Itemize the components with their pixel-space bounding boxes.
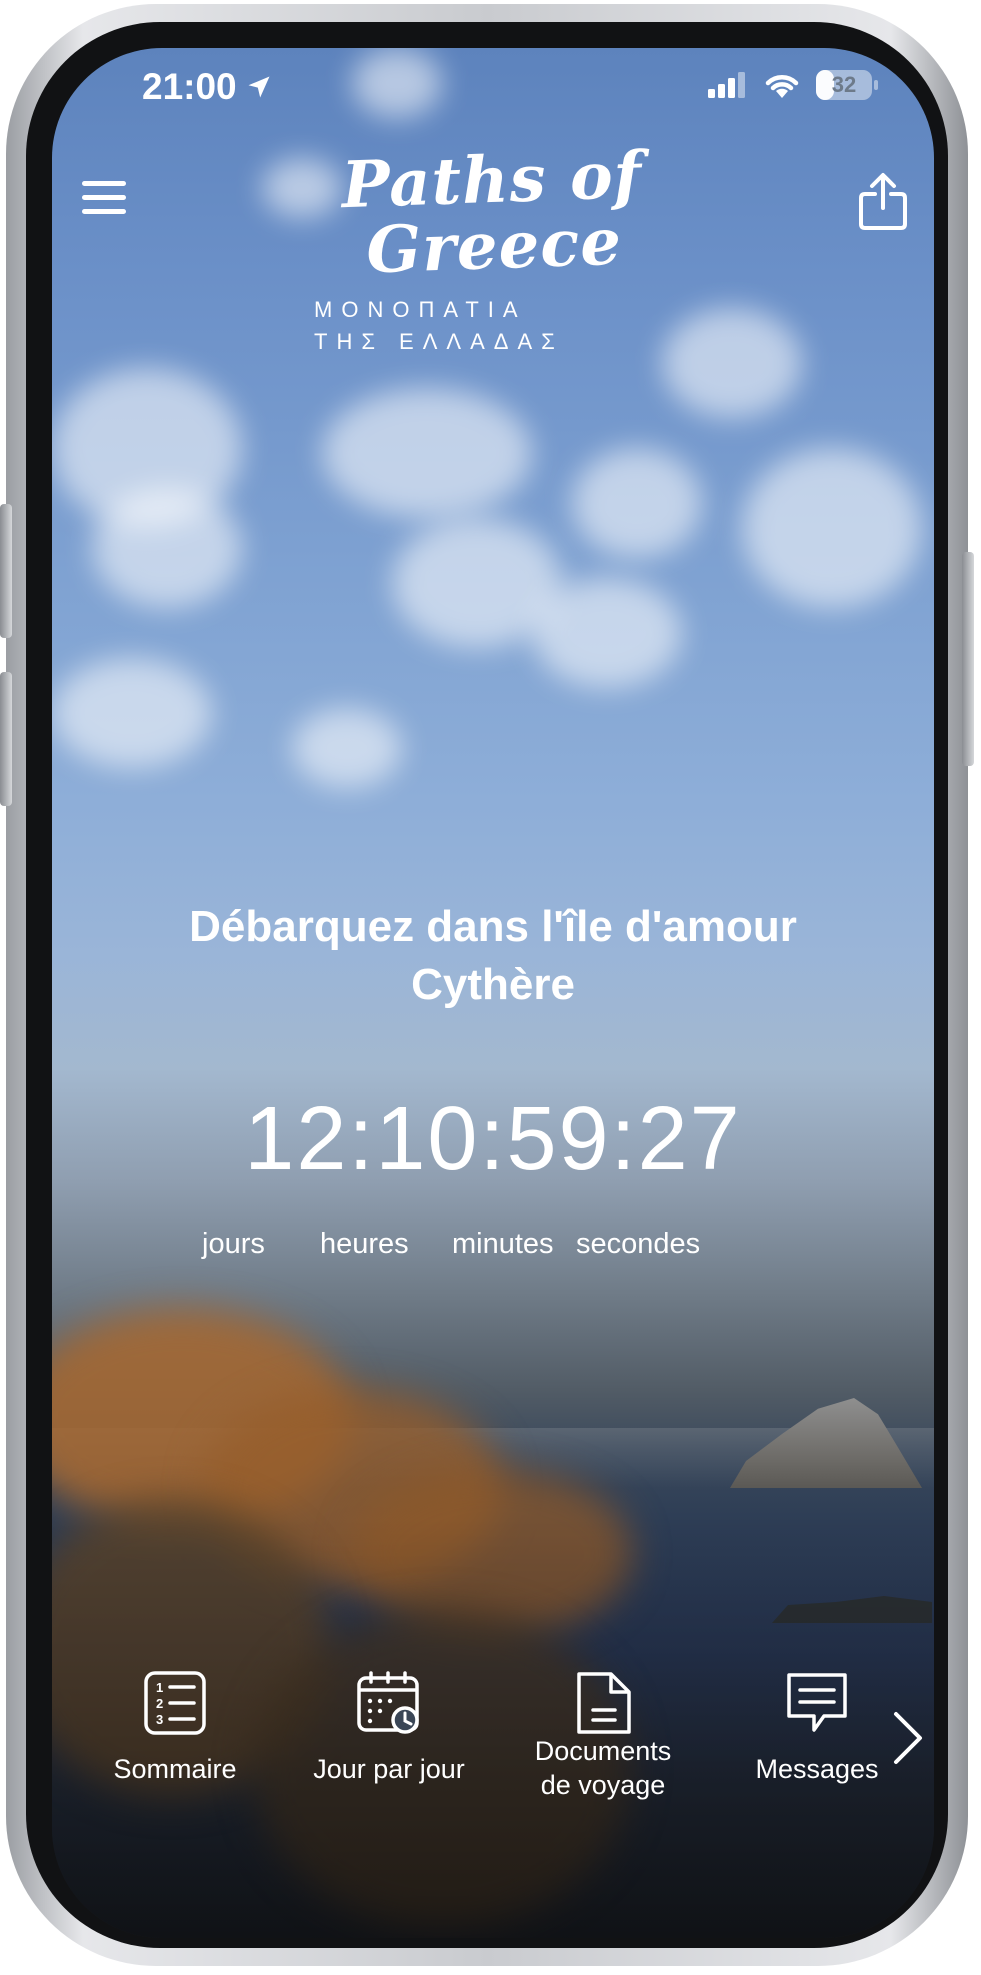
countdown-label-days: jours	[202, 1228, 265, 1260]
document-icon	[577, 1672, 631, 1734]
countdown-label-seconds: secondes	[576, 1228, 701, 1260]
nav-label: Messages	[755, 1754, 879, 1784]
cloud	[532, 578, 682, 688]
svg-text:2: 2	[156, 1696, 163, 1711]
location-arrow-icon	[248, 76, 270, 98]
nav-more-button[interactable]	[890, 1708, 926, 1768]
phone-frame: 21:00 32 Paths of Greece ΜΟΝΟΠΑΤΙΑ ΤΗΣ Ε…	[0, 4, 974, 1966]
cloud	[52, 658, 212, 768]
nav-label: Documents de voyage	[534, 1736, 672, 1800]
numbered-list-icon: 1 2 3	[144, 1671, 206, 1735]
app-screen: 21:00 32 Paths of Greece ΜΟΝΟΠΑΤΙΑ ΤΗΣ Ε…	[52, 48, 934, 1938]
logo-subtitle: ΜΟΝΟΠΑΤΙΑ ΤΗΣ ΕΛΛΑΔΑΣ	[282, 294, 704, 358]
logo-title: Paths of Greece	[280, 138, 706, 289]
share-button[interactable]	[856, 172, 910, 232]
trip-headline: Débarquez dans l'île d'amour Cythère	[112, 898, 874, 1014]
battery-icon: 32	[816, 70, 878, 100]
message-bubble-icon	[787, 1673, 847, 1732]
battery-percent: 32	[831, 72, 857, 97]
cloud	[742, 448, 922, 608]
cloud	[572, 448, 702, 558]
hamburger-icon	[82, 208, 126, 214]
status-time: 21:00	[142, 66, 273, 108]
side-button-volume-up	[0, 504, 12, 638]
nav-label: Jour par jour	[313, 1754, 465, 1784]
logo-subtitle-line1: ΜΟΝΟΠΑΤΙΑ	[314, 297, 527, 322]
headline-line2: Cythère	[411, 960, 575, 1009]
share-icon	[859, 173, 907, 230]
cloud	[92, 488, 242, 608]
nav-label: Sommaire	[113, 1754, 237, 1784]
nav-item-sommaire[interactable]: 1 2 3 Sommaire	[80, 1670, 270, 1786]
cloud	[352, 48, 442, 118]
status-time-text: 21:00	[142, 66, 237, 107]
svg-text:1: 1	[156, 1680, 163, 1695]
cloud	[322, 388, 532, 518]
chevron-right-icon	[894, 1712, 922, 1764]
wifi-icon	[765, 75, 799, 98]
hamburger-icon	[82, 180, 126, 186]
nav-item-documents-de-voyage[interactable]: Documents de voyage	[508, 1670, 698, 1802]
headline-line1: Débarquez dans l'île d'amour	[189, 902, 797, 951]
side-button-volume-down	[0, 672, 12, 806]
status-indicators: 32	[708, 70, 878, 100]
countdown-label-minutes: minutes	[452, 1228, 554, 1260]
cellular-signal-icon	[708, 72, 745, 98]
calendar-clock-icon	[357, 1671, 419, 1734]
menu-button[interactable]	[82, 172, 132, 222]
countdown-timer: 12:10:59:27	[244, 1089, 742, 1189]
nav-item-jour-par-jour[interactable]: Jour par jour	[294, 1670, 484, 1786]
hamburger-icon	[82, 194, 126, 200]
app-logo: Paths of Greece ΜΟΝΟΠΑΤΙΑ ΤΗΣ ΕΛΛΑΔΑΣ	[282, 138, 704, 358]
svg-text:3: 3	[156, 1712, 163, 1727]
nav-item-messages[interactable]: Messages	[722, 1670, 912, 1786]
countdown-label-hours: heures	[320, 1228, 409, 1260]
side-button-power	[962, 552, 974, 766]
cloud	[292, 708, 402, 788]
logo-subtitle-line2: ΤΗΣ ΕΛΛΑΔΑΣ	[314, 329, 564, 354]
